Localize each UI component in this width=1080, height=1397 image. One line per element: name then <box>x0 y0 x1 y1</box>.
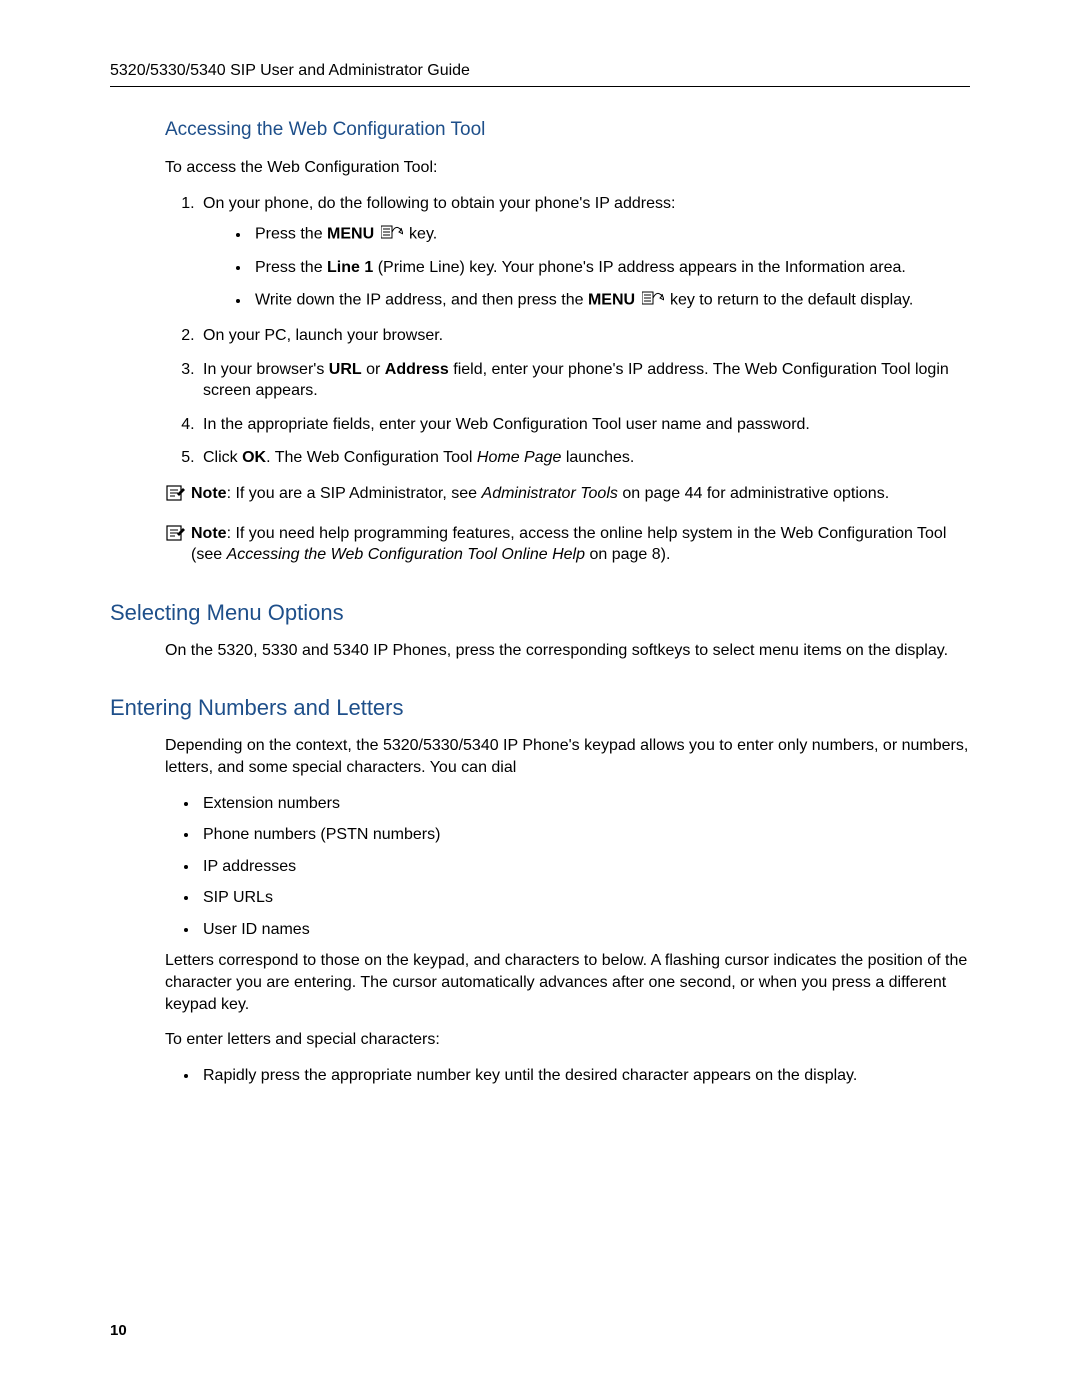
note-icon <box>165 524 185 549</box>
url-label: URL <box>329 361 362 378</box>
step-1-sublist: Press the MENU key. <box>203 222 970 313</box>
entry-para-3: To enter letters and special characters: <box>165 1029 970 1051</box>
text: launches. <box>561 449 634 466</box>
list-item: SIP URLs <box>199 887 970 909</box>
entry-steps: Rapidly press the appropriate number key… <box>165 1065 970 1087</box>
note-label: Note <box>191 485 227 502</box>
list-item: Rapidly press the appropriate number key… <box>199 1065 970 1087</box>
menu-key-icon <box>381 222 403 247</box>
note-2: Note: If you need help programming featu… <box>165 523 970 566</box>
heading-entering-numbers-letters: Entering Numbers and Letters <box>110 695 970 721</box>
menu-key-icon <box>642 288 664 313</box>
note-label: Note <box>191 525 227 542</box>
step-2: On your PC, launch your browser. <box>199 325 970 347</box>
menu-label: MENU <box>588 292 635 309</box>
list-item: Extension numbers <box>199 793 970 815</box>
admin-tools-ref: Administrator Tools <box>482 485 618 502</box>
step-3: In your browser's URL or Address field, … <box>199 359 970 402</box>
web-config-steps: On your phone, do the following to obtai… <box>165 193 970 469</box>
note-icon <box>165 484 185 509</box>
web-config-intro: To access the Web Configuration Tool: <box>165 157 970 179</box>
text: or <box>362 361 385 378</box>
entry-intro: Depending on the context, the 5320/5330/… <box>165 735 970 778</box>
menu-options-para: On the 5320, 5330 and 5340 IP Phones, pr… <box>165 640 970 662</box>
text: key to return to the default display. <box>670 292 913 309</box>
text: : If you are a SIP Administrator, see <box>227 485 482 502</box>
note-2-text: Note: If you need help programming featu… <box>191 523 970 566</box>
menu-options-body: On the 5320, 5330 and 5340 IP Phones, pr… <box>165 640 970 662</box>
note-1: Note: If you are a SIP Administrator, se… <box>165 483 970 509</box>
text: on page 8). <box>585 546 670 563</box>
step-1-bullet-3: Write down the IP address, and then pres… <box>251 288 970 313</box>
step-4: In the appropriate fields, enter your We… <box>199 414 970 436</box>
step-1: On your phone, do the following to obtai… <box>199 193 970 313</box>
text: Click <box>203 449 242 466</box>
list-item: Phone numbers (PSTN numbers) <box>199 824 970 846</box>
entry-list: Extension numbers Phone numbers (PSTN nu… <box>165 793 970 941</box>
text: Press the <box>255 259 327 276</box>
list-item: User ID names <box>199 919 970 941</box>
step-1-bullet-2: Press the Line 1 (Prime Line) key. Your … <box>251 257 970 279</box>
step-1-lead: On your phone, do the following to obtai… <box>203 195 675 212</box>
menu-label: MENU <box>327 226 374 243</box>
home-page-label: Home Page <box>477 449 562 466</box>
note-1-text: Note: If you are a SIP Administrator, se… <box>191 483 970 505</box>
text: In your browser's <box>203 361 329 378</box>
entry-body: Depending on the context, the 5320/5330/… <box>165 735 970 1086</box>
address-label: Address <box>385 361 449 378</box>
running-header: 5320/5330/5340 SIP User and Administrato… <box>110 62 970 87</box>
heading-accessing-web-config: Accessing the Web Configuration Tool <box>165 119 970 141</box>
line1-label: Line 1 <box>327 259 373 276</box>
document-page: 5320/5330/5340 SIP User and Administrato… <box>0 0 1080 1397</box>
entry-para-2: Letters correspond to those on the keypa… <box>165 950 970 1015</box>
list-item: IP addresses <box>199 856 970 878</box>
heading-selecting-menu-options: Selecting Menu Options <box>110 600 970 626</box>
online-help-ref: Accessing the Web Configuration Tool Onl… <box>227 546 585 563</box>
web-config-body: To access the Web Configuration Tool: On… <box>165 157 970 469</box>
text: Press the <box>255 226 327 243</box>
ok-label: OK <box>242 449 266 466</box>
step-1-bullet-1: Press the MENU key. <box>251 222 970 247</box>
text: . The Web Configuration Tool <box>266 449 477 466</box>
step-5: Click OK. The Web Configuration Tool Hom… <box>199 447 970 469</box>
text: (Prime Line) key. Your phone's IP addres… <box>373 259 906 276</box>
text: on page 44 for administrative options. <box>618 485 889 502</box>
text: key. <box>409 226 437 243</box>
text: Write down the IP address, and then pres… <box>255 292 588 309</box>
page-number: 10 <box>110 1322 127 1339</box>
